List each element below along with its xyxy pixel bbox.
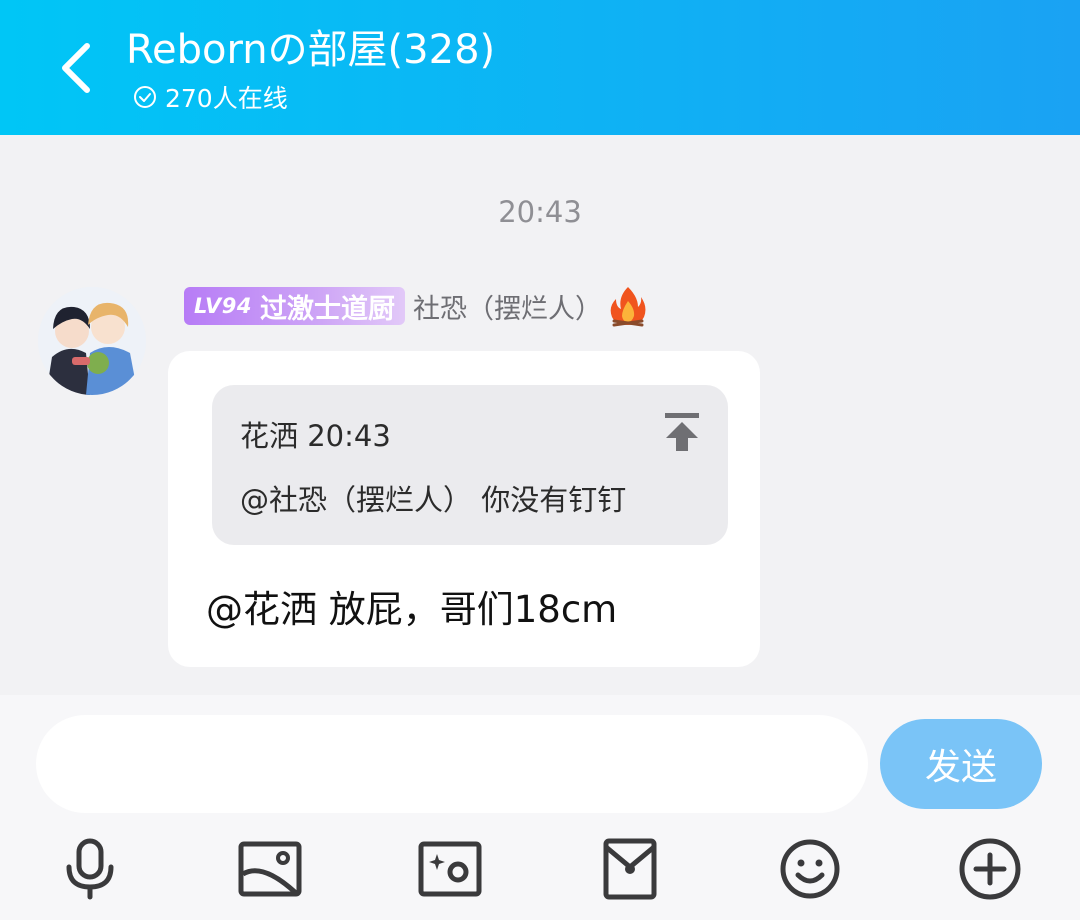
level-number: LV94 — [194, 294, 252, 318]
camera-icon[interactable] — [414, 833, 486, 905]
online-count: 270人在线 — [165, 84, 288, 113]
level-title: 过激士道厨 — [259, 293, 395, 325]
group-title[interactable]: Rebornの部屋(328) — [126, 24, 495, 76]
back-button[interactable] — [48, 36, 104, 100]
message-bubble[interactable]: 花洒 20:43 @社恐（摆烂人） 你没有钉钉 @花洒 放屁，哥们18cm — [168, 351, 760, 667]
online-status[interactable]: 270人在线 — [133, 80, 288, 114]
jump-to-original-icon[interactable] — [662, 411, 702, 455]
quote-header: 花洒 20:43 — [240, 419, 391, 453]
anime-avatar-image — [38, 287, 146, 395]
fire-icon — [610, 287, 646, 327]
check-circle-icon — [134, 86, 156, 108]
avatar[interactable] — [38, 287, 146, 395]
input-bar: 发送 — [0, 695, 1080, 920]
quoted-message[interactable]: 花洒 20:43 @社恐（摆烂人） 你没有钉钉 — [212, 385, 728, 545]
send-button[interactable]: 发送 — [880, 719, 1042, 809]
chevron-left-icon — [62, 43, 90, 93]
emoji-icon[interactable] — [774, 833, 846, 905]
chat-header: Rebornの部屋(328) 270人在线 — [0, 0, 1080, 135]
quote-text: @社恐（摆烂人） 你没有钉钉 — [240, 483, 627, 517]
sender-name[interactable]: 社恐（摆烂人） — [413, 287, 602, 326]
plus-icon[interactable] — [954, 833, 1026, 905]
message-list[interactable]: 20:43 LV94 过激士道厨 社恐（摆烂人） 花洒 20:43 @社恐（摆烂… — [0, 135, 1080, 695]
image-icon[interactable] — [234, 833, 306, 905]
time-separator: 20:43 — [498, 195, 582, 229]
message-input[interactable] — [36, 715, 868, 813]
sender-row: LV94 过激士道厨 社恐（摆烂人） — [184, 287, 648, 327]
red-packet-icon[interactable] — [594, 833, 666, 905]
message-text: @花洒 放屁，哥们18cm — [206, 588, 618, 631]
microphone-icon[interactable] — [54, 833, 126, 905]
level-badge[interactable]: LV94 过激士道厨 — [184, 287, 405, 325]
